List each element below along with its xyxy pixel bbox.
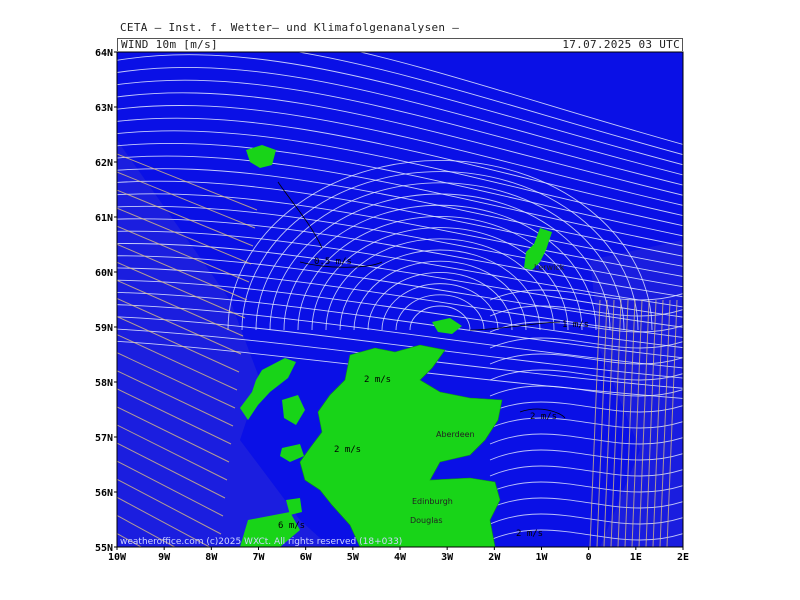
lon-tick-label: 0 <box>586 552 592 563</box>
lat-tick-label: 64N <box>95 48 113 59</box>
contour-label: 6 m/s <box>278 521 305 531</box>
lon-tick-label: 4W <box>394 552 407 563</box>
lon-tick-label: 1E <box>630 552 642 563</box>
lon-tick-label: 3W <box>441 552 454 563</box>
place-aberdeen: Aberdeen <box>436 430 475 439</box>
contour-label: 2 m/s <box>516 529 543 539</box>
lon-tick-label: 9W <box>158 552 171 563</box>
lon-tick-label: 10W <box>108 552 127 563</box>
contour-label: 2 m/s <box>530 412 557 422</box>
contour-label: 0.5 m/s <box>314 257 352 267</box>
latitude-axis: 64N63N62N61N60N59N58N57N56N55N <box>95 48 117 554</box>
lat-tick-label: 61N <box>95 213 113 224</box>
contour-label: 2 m/s <box>364 375 391 385</box>
contour-label: 1 m/s <box>562 320 589 330</box>
lon-tick-label: 2E <box>677 552 689 563</box>
lat-tick-label: 60N <box>95 268 113 279</box>
lat-tick-label: 58N <box>95 378 113 389</box>
wind-map: 0.5 m/s 1 m/s 2 m/s 2 m/s 2 m/s 6 m/s 2 … <box>95 48 689 563</box>
lat-tick-label: 57N <box>95 433 113 444</box>
lon-tick-label: 2W <box>488 552 501 563</box>
place-douglas: Douglas <box>410 516 443 525</box>
map-plot-area: 0.5 m/s 1 m/s 2 m/s 2 m/s 2 m/s 6 m/s 2 … <box>117 52 683 547</box>
lon-tick-label: 8W <box>205 552 218 563</box>
lon-tick-label: 5W <box>347 552 360 563</box>
lat-tick-label: 59N <box>95 323 113 334</box>
longitude-axis: 10W 9W 8W 7W 6W 5W 4W 3W 2W 1W 0 1E 2E <box>108 547 689 563</box>
contour-label: 2 m/s <box>334 445 361 455</box>
copyright-notice: weatheroffice.com (c)2025 WXCt. All righ… <box>120 537 402 547</box>
lon-tick-label: 6W <box>300 552 313 563</box>
lon-tick-label: 7W <box>252 552 265 563</box>
lon-tick-label: 1W <box>535 552 548 563</box>
lat-tick-label: 63N <box>95 103 113 114</box>
lat-tick-label: 62N <box>95 158 113 169</box>
place-lerwick: Lerwick <box>534 263 565 272</box>
place-edinburgh: Edinburgh <box>412 497 453 506</box>
lat-tick-label: 56N <box>95 488 113 499</box>
